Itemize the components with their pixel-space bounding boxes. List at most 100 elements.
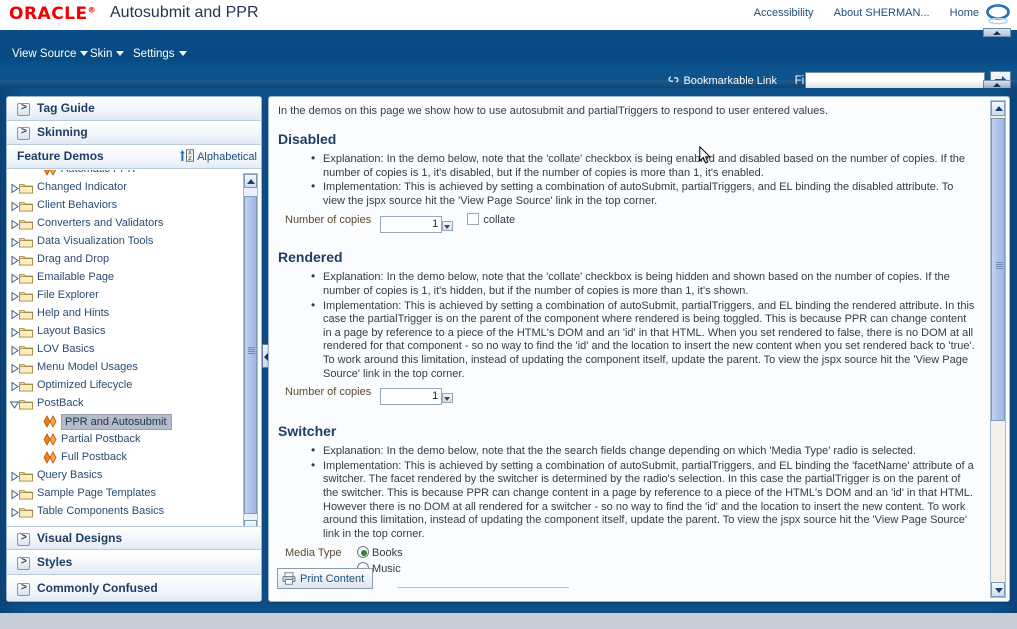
expand-icon [17,582,30,596]
sidebar-section-styles[interactable]: Styles [7,551,261,575]
chevron-up-icon [247,179,255,184]
link-about[interactable]: About SHERMAN... [834,7,930,19]
collate-checkbox[interactable] [467,213,480,226]
tree-item-full-postback[interactable]: Full Postback [7,449,247,467]
branding-bar: ORACLE® Autosubmit and PPR Accessibility… [0,0,1017,30]
copies-input-rendered[interactable] [380,387,443,405]
tree-item-drag-and-drop[interactable]: Drag and Drop [7,251,247,269]
page-title: Autosubmit and PPR [110,4,259,21]
search-input[interactable] [805,72,985,89]
intro-text: In the demos on this page we show how to… [278,105,828,117]
tree-item-lov-basics[interactable]: LOV Basics [7,341,247,359]
tree-item-label: Drag and Drop [37,253,110,265]
sidebar-section-tag-guide[interactable]: Tag Guide [7,97,261,121]
copies-stepper-down-button-rendered[interactable] [442,392,454,403]
tree-item-label: Converters and Validators [37,217,164,229]
chevron-up-icon [994,106,1003,111]
menu-view-source[interactable]: View Source [12,48,89,60]
tree-item-client-behaviors[interactable]: Client Behaviors [7,197,247,215]
menu-settings[interactable]: Settings [133,48,187,60]
folder-icon [19,292,33,302]
link-home[interactable]: Home [950,7,979,19]
chevron-down-icon [116,51,125,57]
tree-item-label: Partial Postback [61,433,141,445]
content-scroll-thumb[interactable] [991,118,1005,421]
copies-stepper-disabled[interactable] [380,215,454,233]
tree-item-label: Emailable Page [37,271,115,283]
tree-item-label: Client Behaviors [37,199,118,211]
tree-item-file-explorer[interactable]: File Explorer [7,287,247,305]
folder-icon [19,328,33,338]
list-item: Explanation: In the demo below, note tha… [311,270,975,298]
copies-stepper-rendered[interactable] [380,387,454,405]
switcher-facet-divider [397,587,569,589]
tree-item-postback[interactable]: PostBack [7,395,247,413]
tree-item-label: Data Visualization Tools [37,235,154,247]
global-links: Accessibility About SHERMAN... Home [737,7,979,19]
copies-label-rendered: Number of copies [285,386,372,399]
copies-stepper-down-button-disabled[interactable] [442,220,454,231]
menu-skin[interactable]: Skin [90,48,125,60]
tree-item-layout-basics[interactable]: Layout Basics [7,323,247,341]
demo-switcher: Media Type Books Music [285,546,975,589]
section-heading-rendered: Rendered [278,249,343,266]
tree-item-menu-model-usages[interactable]: Menu Model Usages [7,359,247,377]
tree-scroll-thumb[interactable] [244,196,257,514]
tree-item-partial-postback[interactable]: Partial Postback [7,431,247,449]
folder-icon [19,310,33,320]
menu-settings-label: Settings [133,48,175,60]
sidebar-section-visual-designs-label: Visual Designs [37,531,123,545]
radio-icon [357,546,369,559]
radio-option-books-label: Books [372,547,403,560]
tree-item-help-and-hints[interactable]: Help and Hints [7,305,247,323]
tree-scroll-up-button[interactable] [244,174,257,188]
folder-icon [19,508,33,518]
sidebar: Tag Guide Skinning Feature Demos A Z Alp… [6,96,262,602]
print-content-button[interactable]: Print Content [277,568,374,589]
tree-item-optimized-lifecycle[interactable]: Optimized Lifecycle [7,377,247,395]
tree-item-label: Table Components Basics [37,505,165,517]
demo-diamond-icon [43,451,57,464]
tree-item-table-components-basics[interactable]: Table Components Basics [7,503,247,521]
content-scroll-down-button[interactable] [991,582,1005,597]
radio-option-music-label: Music [372,563,401,576]
content-scroll-up-button[interactable] [991,101,1005,116]
oracle-logo-tm: ® [87,5,97,15]
folder-icon [19,346,33,356]
tree-item-automatic-ppr[interactable]: Automatic PPR [7,170,247,179]
menu-skin-label: Skin [90,48,113,60]
collapse-header-top-button[interactable] [983,28,1011,37]
sidebar-section-commonly-confused[interactable]: Commonly Confused [7,577,261,601]
expand-icon [17,532,30,546]
link-accessibility[interactable]: Accessibility [754,7,814,19]
tree-item-ppr-and-autosubmit[interactable]: PPR and Autosubmit [7,413,247,431]
expand-icon [17,126,30,140]
tree-item-changed-indicator[interactable]: Changed Indicator [7,179,247,197]
demo-disabled: Number of copies collate [285,213,975,235]
content-scrollbar[interactable] [990,100,1006,598]
sidebar-section-feature-demos: Feature Demos A Z Alphabetical [7,145,261,169]
section-bullets-rendered: Explanation: In the demo below, note tha… [277,270,975,381]
radio-option-books[interactable]: Books [357,546,403,562]
tree-scrollbar[interactable] [243,173,258,535]
chevron-down-icon [444,224,451,229]
demo-diamond-icon [43,433,57,446]
menu-bar: View Source Skin Settings Feature Demos>… [0,28,1017,108]
tree-item-data-visualization-tools[interactable]: Data Visualization Tools [7,233,247,251]
sidebar-section-skinning[interactable]: Skinning [7,121,261,145]
media-type-label: Media Type [285,547,342,560]
sidebar-section-visual-designs[interactable]: Visual Designs [7,526,261,550]
tree-item-converters-and-validators[interactable]: Converters and Validators [7,215,247,233]
tree-item-label: Query Basics [37,469,103,481]
tree-item-sample-page-templates[interactable]: Sample Page Templates [7,485,247,503]
bookmarkable-link[interactable]: Bookmarkable Link [667,74,777,87]
folder-icon [19,364,33,374]
folder-icon [19,490,33,500]
sort-alphabetical-toggle[interactable]: A Z Alphabetical [179,149,257,163]
tree-item-query-basics[interactable]: Query Basics [7,467,247,485]
copies-input-disabled[interactable] [380,215,443,233]
main-content-panel: In the demos on this page we show how to… [268,96,1010,602]
bookmarkable-link-label: Bookmarkable Link [683,75,777,87]
tree-item-emailable-page[interactable]: Emailable Page [7,269,247,287]
section-bullets-disabled: Explanation: In the demo below, note tha… [277,152,975,208]
